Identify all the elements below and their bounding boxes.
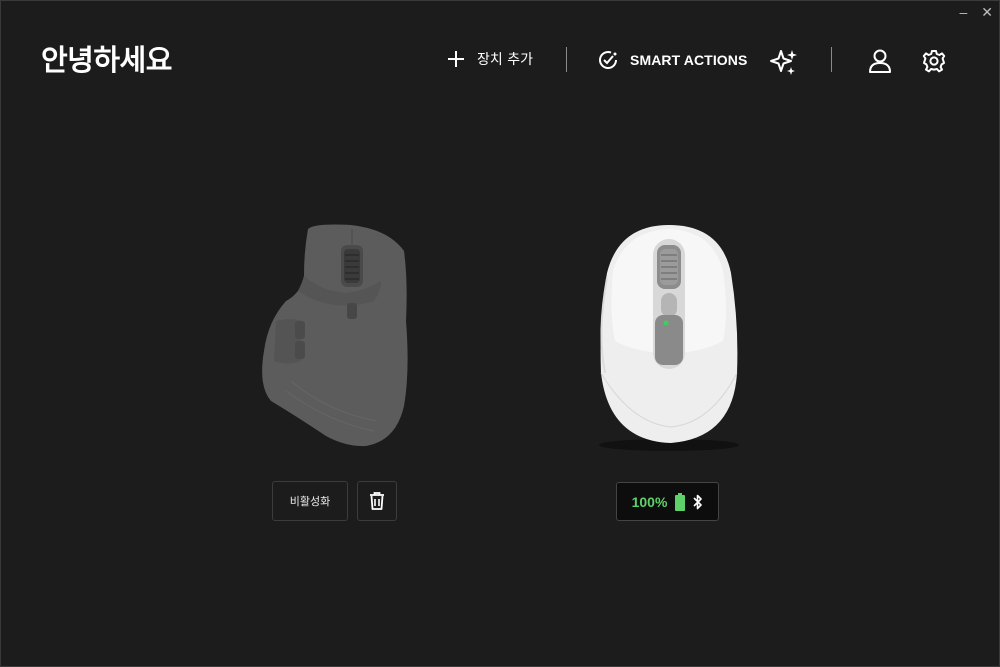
app-window: – ✕ 안녕하세요 장치 추가 SMART ACTIONS 비활성화 100% [0,0,1000,667]
minimize-icon[interactable]: – [959,5,967,19]
smart-actions-label: SMART ACTIONS [630,52,748,68]
deactivate-label: 비활성화 [289,495,331,508]
settings-button[interactable] [921,47,947,75]
add-device-label: 장치 추가 [477,52,533,68]
trash-icon [370,492,384,510]
plus-icon [448,51,464,67]
ai-sparkle-button[interactable] [769,47,799,77]
smart-actions-button[interactable]: SMART ACTIONS [596,48,747,72]
sparkle-icon [770,50,797,75]
divider [566,47,567,72]
delete-device-button[interactable] [357,481,397,521]
device-mouse-inactive[interactable] [256,221,416,451]
account-button[interactable] [867,47,893,75]
user-icon [869,49,891,73]
mouse-image [262,224,408,447]
battery-icon [675,492,686,511]
device-mouse-active[interactable] [591,223,751,453]
mouse-image [599,225,739,451]
bluetooth-icon [693,494,703,509]
device-status-badge: 100% [616,482,719,521]
window-controls: – ✕ [959,5,993,19]
smart-actions-icon [599,51,617,69]
close-icon[interactable]: ✕ [981,5,993,19]
gear-icon [922,50,946,73]
divider [831,47,832,72]
top-toolbar: 장치 추가 SMART ACTIONS [1,45,999,77]
add-device-button[interactable]: 장치 추가 [445,48,533,70]
deactivate-button[interactable]: 비활성화 [272,481,348,521]
battery-percentage: 100% [631,493,668,510]
